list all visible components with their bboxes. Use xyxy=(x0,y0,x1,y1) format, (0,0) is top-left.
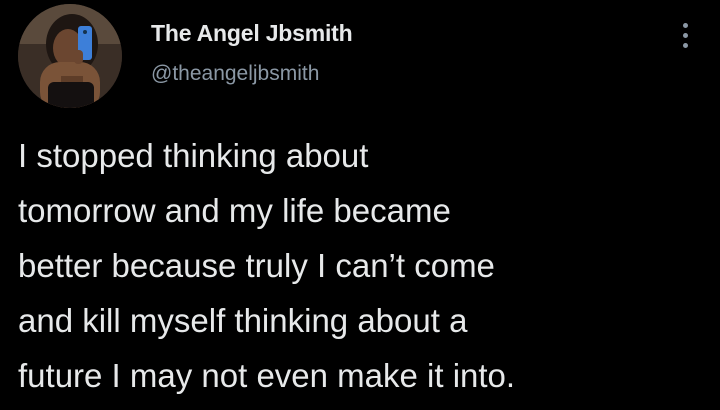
tweet-text-line: I stopped thinking about xyxy=(18,137,369,174)
author-display-name[interactable]: The Angel Jbsmith xyxy=(151,20,353,47)
more-vertical-icon-dot xyxy=(683,23,688,28)
tweet-text-line: and kill myself thinking about a xyxy=(18,302,468,339)
more-options-button[interactable] xyxy=(672,16,700,56)
more-vertical-icon-dot xyxy=(683,33,688,38)
tweet-text: I stopped thinking about tomorrow and my… xyxy=(18,128,718,403)
author-handle[interactable]: @theangeljbsmith xyxy=(151,62,319,86)
tweet-text-line: better because truly I can’t come xyxy=(18,247,495,284)
profile-photo-icon xyxy=(18,4,122,108)
more-vertical-icon-dot xyxy=(683,43,688,48)
avatar[interactable] xyxy=(18,4,122,108)
tweet: The Angel Jbsmith @theangeljbsmith I sto… xyxy=(0,0,720,410)
tweet-text-line: tomorrow and my life became xyxy=(18,192,451,229)
tweet-text-line: future I may not even make it into. xyxy=(18,357,516,394)
